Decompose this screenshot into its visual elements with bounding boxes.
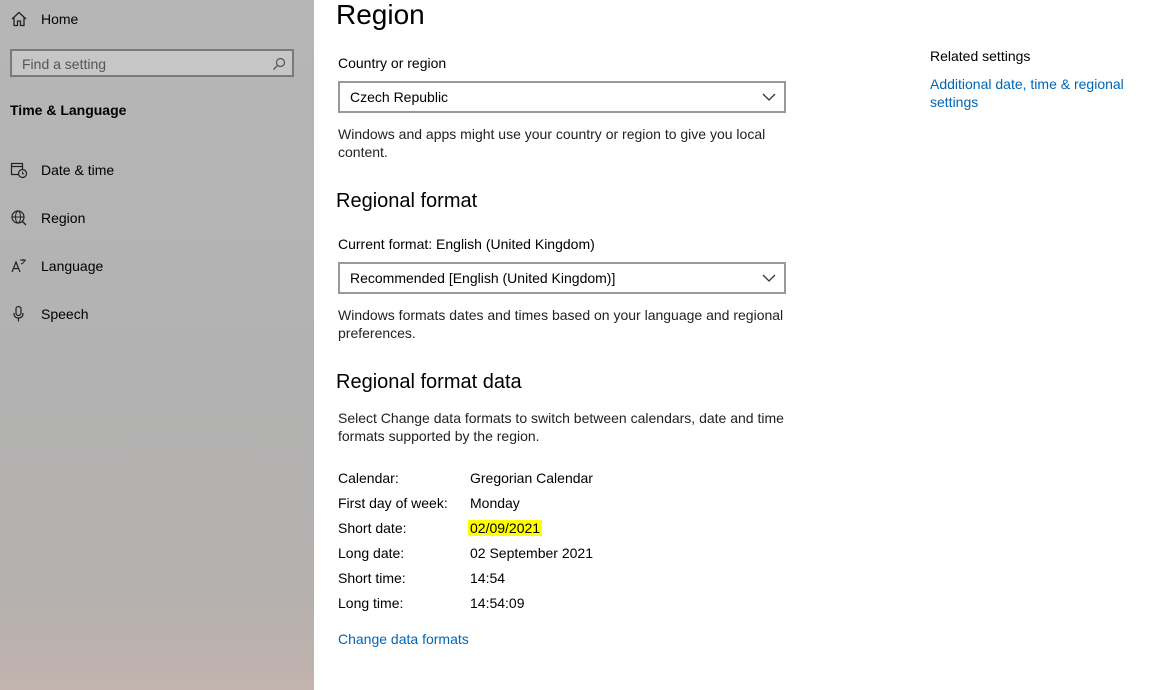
regional-format-description: Windows formats dates and times based on… bbox=[338, 307, 784, 341]
sidebar-item-region[interactable]: Region bbox=[10, 207, 85, 229]
additional-settings-link[interactable]: Additional date, time & regional setting… bbox=[930, 75, 1140, 111]
sidebar-item-date-time[interactable]: Date & time bbox=[10, 159, 114, 181]
sidebar-item-language[interactable]: Language bbox=[10, 255, 103, 277]
main-content: Region Country or region Czech Republic … bbox=[314, 0, 1162, 690]
format-value: 14:54 bbox=[470, 570, 506, 586]
sidebar-item-label: Date & time bbox=[41, 162, 115, 178]
related-settings-title: Related settings bbox=[930, 48, 1031, 64]
country-label: Country or region bbox=[338, 55, 447, 71]
format-row-short-date: Short date: 02/09/2021 bbox=[338, 520, 838, 540]
format-data-description: Select Change data formats to switch bet… bbox=[338, 410, 784, 444]
country-description: Windows and apps might use your country … bbox=[338, 126, 766, 160]
sidebar-item-speech[interactable]: Speech bbox=[10, 303, 88, 325]
format-value: Gregorian Calendar bbox=[470, 470, 593, 486]
home-label: Home bbox=[41, 11, 79, 27]
globe-icon bbox=[10, 209, 28, 227]
format-row-long-time: Long time: 14:54:09 bbox=[338, 595, 838, 615]
home-nav-item[interactable]: Home bbox=[10, 8, 78, 30]
search-input[interactable]: Find a setting bbox=[10, 49, 294, 77]
country-value: Czech Republic bbox=[350, 89, 449, 105]
regional-format-dropdown[interactable]: Recommended [English (United Kingdom)] bbox=[338, 262, 786, 294]
format-value-highlighted: 02/09/2021 bbox=[468, 520, 543, 536]
format-row-calendar: Calendar: Gregorian Calendar bbox=[338, 470, 838, 490]
search-placeholder: Find a setting bbox=[22, 56, 107, 72]
format-key: Long date: bbox=[338, 545, 405, 561]
sidebar-item-label: Language bbox=[41, 258, 104, 274]
chevron-down-icon bbox=[762, 274, 776, 282]
home-icon bbox=[11, 11, 27, 27]
sidebar-item-label: Speech bbox=[41, 306, 89, 322]
regional-format-heading: Regional format bbox=[336, 190, 478, 212]
format-row-long-date: Long date: 02 September 2021 bbox=[338, 545, 838, 565]
format-value: Monday bbox=[470, 495, 520, 511]
language-icon bbox=[10, 257, 28, 275]
regional-format-value: Recommended [English (United Kingdom)] bbox=[350, 270, 616, 286]
calendar-clock-icon bbox=[10, 161, 28, 179]
format-key: Long time: bbox=[338, 595, 404, 611]
format-key: Calendar: bbox=[338, 470, 399, 486]
current-format-label: Current format: English (United Kingdom) bbox=[338, 236, 595, 252]
chevron-down-icon bbox=[762, 93, 776, 101]
sidebar-item-label: Region bbox=[41, 210, 86, 226]
format-row-short-time: Short time: 14:54 bbox=[338, 570, 838, 590]
country-dropdown[interactable]: Czech Republic bbox=[338, 81, 786, 113]
sidebar: Home Find a setting Time & Language Date… bbox=[0, 0, 314, 690]
format-value: 02 September 2021 bbox=[470, 545, 593, 561]
format-key: Short date: bbox=[338, 520, 407, 536]
page-title: Region bbox=[336, 0, 425, 30]
search-icon bbox=[273, 57, 286, 70]
microphone-icon bbox=[10, 305, 28, 323]
format-value: 14:54:09 bbox=[470, 595, 525, 611]
format-key: Short time: bbox=[338, 570, 406, 586]
format-row-first-day: First day of week: Monday bbox=[338, 495, 838, 515]
change-data-formats-link[interactable]: Change data formats bbox=[338, 630, 469, 648]
section-title: Time & Language bbox=[10, 102, 127, 118]
format-key: First day of week: bbox=[338, 495, 448, 511]
format-data-heading: Regional format data bbox=[336, 371, 522, 393]
